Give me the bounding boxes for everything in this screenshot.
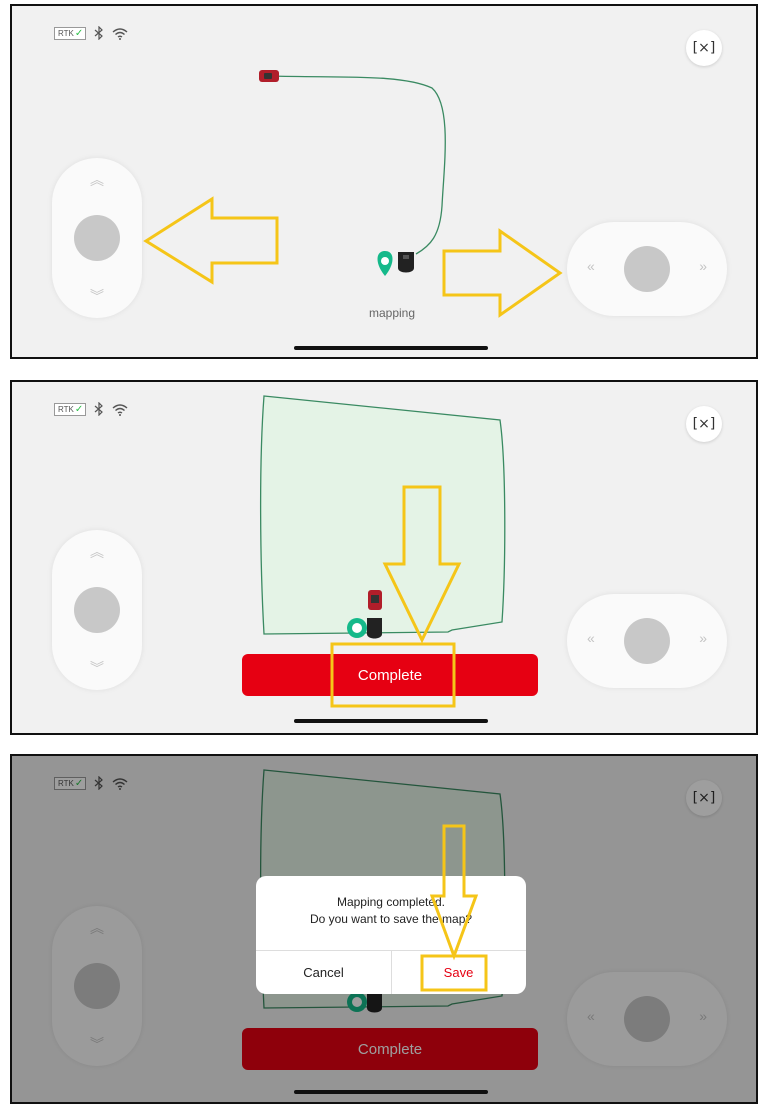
chevron-left-icon: «: [587, 258, 595, 274]
chevron-down-icon: ︾: [90, 288, 104, 304]
vertical-joystick[interactable]: ︽ ︾: [52, 530, 142, 690]
dialog-line-1: Mapping completed.: [336, 895, 446, 909]
joystick-knob[interactable]: [624, 246, 670, 292]
vertical-joystick[interactable]: ︽ ︾: [52, 158, 142, 318]
chevron-up-icon: ︽: [90, 172, 104, 188]
complete-button[interactable]: Complete: [242, 654, 538, 696]
home-indicator: [294, 1090, 488, 1094]
dialog-line-2: Do you want to save the map?: [309, 912, 473, 926]
mower-icon: [367, 618, 382, 639]
chevron-right-icon: »: [699, 258, 707, 274]
joystick-knob[interactable]: [74, 215, 120, 261]
mapping-screen-panel: RTK ✓ [×] ︽ ︾ « » mapping: [10, 4, 758, 359]
right-arrow-annotation: [442, 228, 563, 318]
mapping-status-label: mapping: [368, 306, 416, 320]
location-pin-icon: [347, 618, 367, 638]
chevron-up-icon: ︽: [90, 544, 104, 560]
chevron-right-icon: »: [699, 630, 707, 646]
location-pin-icon: [377, 251, 393, 276]
joystick-knob[interactable]: [74, 587, 120, 633]
mapping-path: [269, 75, 446, 255]
home-indicator: [294, 719, 488, 723]
mower-icon: [398, 252, 414, 273]
dialog-message: Mapping completed. Do you want to save t…: [256, 894, 526, 928]
save-button[interactable]: Save: [391, 950, 526, 994]
save-map-dialog-panel: RTK ✓ [×] ︽ ︾ « » Complete Mapping compl…: [10, 754, 758, 1104]
joystick-knob[interactable]: [624, 618, 670, 664]
horizontal-joystick[interactable]: « »: [567, 594, 727, 688]
left-arrow-annotation: [143, 196, 279, 285]
home-indicator: [294, 346, 488, 350]
chevron-left-icon: «: [587, 630, 595, 646]
mapping-complete-panel: RTK ✓ [×] ︽ ︾ « » Complete: [10, 380, 758, 735]
save-map-dialog: Mapping completed. Do you want to save t…: [256, 876, 526, 994]
mapped-area: [259, 395, 506, 635]
chevron-down-icon: ︾: [90, 660, 104, 676]
cancel-button[interactable]: Cancel: [256, 950, 391, 994]
horizontal-joystick[interactable]: « »: [567, 222, 727, 316]
